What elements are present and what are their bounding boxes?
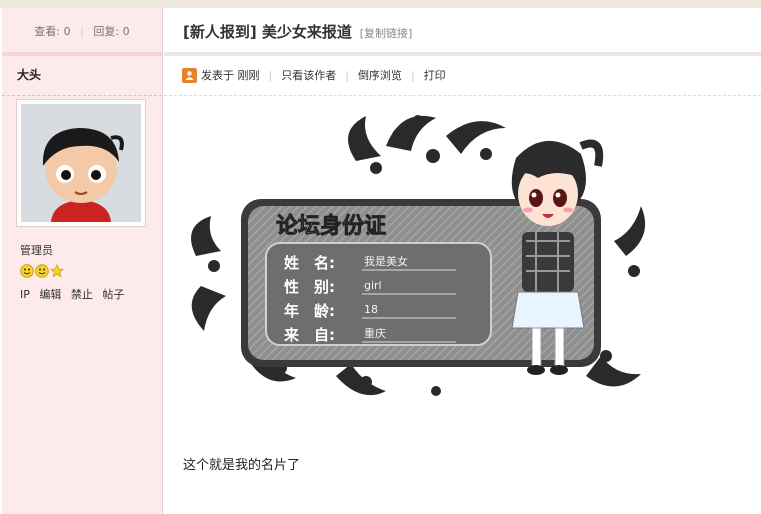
replies-count: 0 — [122, 25, 130, 38]
person-icon — [182, 68, 197, 83]
forum-id-card-image: 论坛身份证 姓 名: 我是美女 性 别: girl 年 龄: 18 来 自: 重… — [186, 106, 656, 409]
post-body-text: 这个就是我的名片了 — [183, 458, 301, 473]
author-role: 管理员 — [20, 244, 53, 257]
avatar[interactable] — [16, 99, 146, 227]
post-stats: 查看: 0 | 回复: 0 — [2, 8, 162, 56]
card-value-age: 18 — [364, 303, 378, 316]
top-border-strip — [0, 0, 761, 8]
post-title-bar: [新人报到] 美少女来报道 [复制链接] — [164, 8, 761, 56]
author-actions: IP 编辑 禁止 帖子 — [20, 286, 130, 302]
edit-link[interactable]: 编辑 — [39, 288, 61, 301]
author-name[interactable]: 大头 — [2, 56, 162, 96]
views-label: 查看: — [34, 25, 61, 38]
smiley-icon — [35, 264, 49, 278]
card-label-name: 姓 名: — [284, 254, 335, 272]
rating-icons — [20, 264, 64, 278]
views-count: 0 — [63, 25, 71, 38]
stats-separator: | — [80, 25, 84, 38]
card-heading: 论坛身份证 — [276, 213, 386, 239]
card-label-gender: 性 别: — [284, 278, 335, 296]
star-icon — [50, 264, 64, 278]
ban-link[interactable]: 禁止 — [71, 288, 93, 301]
posts-link[interactable]: 帖子 — [102, 288, 124, 301]
post-panel: [新人报到] 美少女来报道 [复制链接] 发表于 刚刚 | 只看该作者 | 倒序… — [164, 8, 761, 514]
toolbar-separator: | — [268, 68, 273, 82]
ip-link[interactable]: IP — [20, 288, 30, 301]
copy-link-button[interactable]: [复制链接] — [360, 27, 413, 40]
card-value-gender: girl — [364, 279, 382, 292]
card-label-age: 年 龄: — [284, 302, 335, 320]
post-title: [新人报到] 美少女来报道 — [183, 23, 352, 41]
card-value-from: 重庆 — [364, 326, 386, 340]
posted-time: 发表于 刚刚 — [201, 68, 260, 82]
print-link[interactable]: 打印 — [424, 57, 446, 95]
toolbar-separator: | — [410, 68, 415, 82]
card-value-name: 我是美女 — [364, 254, 408, 268]
toolbar-separator: | — [345, 68, 349, 82]
smiley-icon — [20, 264, 34, 278]
author-panel: 查看: 0 | 回复: 0 大头 — [2, 8, 163, 514]
card-label-from: 来 自: — [283, 326, 335, 344]
post-toolbar: 发表于 刚刚 | 只看该作者 | 倒序浏览 | 打印 — [164, 56, 761, 96]
only-author-link[interactable]: 只看该作者 — [281, 57, 336, 95]
reverse-order-link[interactable]: 倒序浏览 — [358, 57, 402, 95]
replies-label: 回复: — [93, 25, 120, 38]
